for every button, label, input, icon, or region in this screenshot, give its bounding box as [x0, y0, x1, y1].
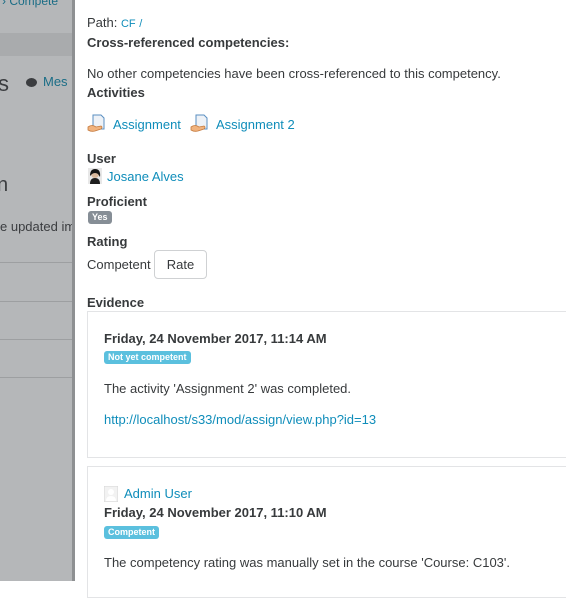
- cross-referenced-heading: Cross-referenced competencies:: [87, 35, 290, 50]
- rate-button[interactable]: Rate: [154, 250, 207, 279]
- user-name-link[interactable]: Josane Alves: [107, 169, 184, 184]
- evidence-url-link[interactable]: http://localhost/s33/mod/assign/view.php…: [104, 412, 376, 427]
- proficient-heading: Proficient: [87, 194, 147, 209]
- evidence-status-badge: Competent: [104, 526, 159, 540]
- path-label: Path:: [87, 15, 118, 30]
- path-row: Path: CF /: [87, 15, 142, 30]
- proficient-badge: Yes: [88, 211, 112, 225]
- background-divider: [0, 339, 74, 340]
- evidence-description: The competency rating was manually set i…: [104, 555, 510, 570]
- rating-value: Competent: [87, 257, 151, 272]
- background-divider: [0, 262, 74, 263]
- evidence-card: Admin User Friday, 24 November 2017, 11:…: [87, 466, 566, 598]
- message-bubble-icon: [26, 78, 37, 87]
- competency-detail-panel: Path: CF / Cross-referenced competencies…: [75, 0, 566, 598]
- user-heading: User: [87, 151, 116, 166]
- activity-link-assignment-2[interactable]: Assignment 2: [216, 117, 295, 132]
- path-separator: /: [139, 18, 143, 30]
- background-navbar: [0, 33, 74, 56]
- activities-heading: Activities: [87, 85, 145, 100]
- rating-heading: Rating: [87, 234, 128, 249]
- background-heading: s: [0, 71, 9, 96]
- background-divider: [0, 301, 74, 302]
- evidence-date: Friday, 24 November 2017, 11:14 AM: [104, 331, 327, 346]
- evidence-heading: Evidence: [87, 295, 145, 310]
- evidence-description: The activity 'Assignment 2' was complete…: [104, 381, 352, 396]
- background-breadcrumb: › Compete: [2, 0, 59, 8]
- evidence-author-link[interactable]: Admin User: [124, 486, 192, 501]
- user-avatar-icon: [88, 168, 102, 184]
- evidence-status-badge: Not yet competent: [104, 351, 191, 365]
- cross-referenced-text: No other competencies have been cross-re…: [87, 66, 501, 81]
- background-text: e updated im: [0, 219, 74, 234]
- assignment-icon: [87, 114, 105, 132]
- admin-avatar-icon: [104, 486, 118, 502]
- activity-link-assignment[interactable]: Assignment: [113, 117, 181, 132]
- background-messages-link: Mes: [26, 74, 68, 89]
- background-page: › Compete s Mes n e updated im: [0, 0, 74, 581]
- assignment-icon: [190, 114, 208, 132]
- evidence-card: Friday, 24 November 2017, 11:14 AM Not y…: [87, 311, 566, 458]
- background-heading-2: n: [0, 174, 9, 196]
- background-divider: [0, 377, 74, 378]
- evidence-date: Friday, 24 November 2017, 11:10 AM: [104, 505, 327, 520]
- path-link-framework[interactable]: CF: [121, 18, 136, 30]
